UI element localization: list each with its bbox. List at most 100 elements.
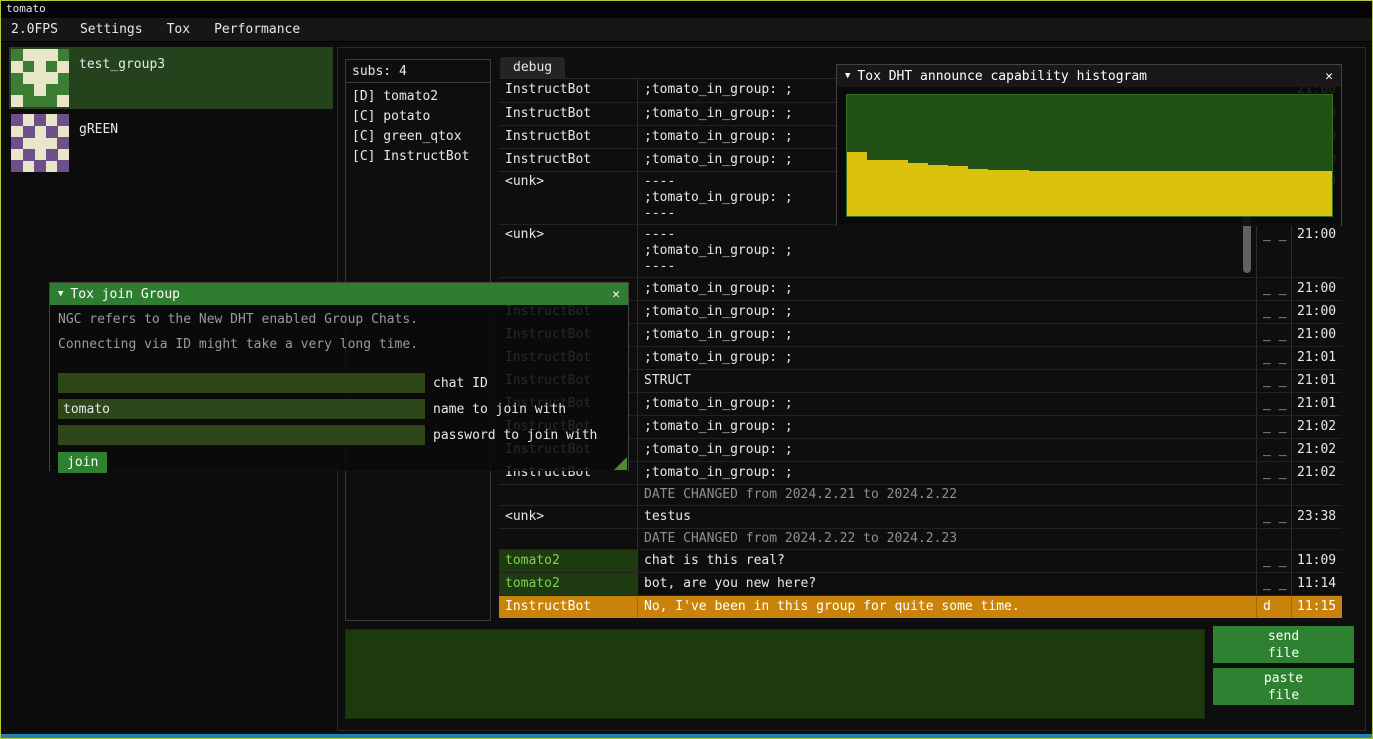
paste-file-button[interactable]: paste file xyxy=(1213,668,1354,705)
message-time: 11:09 xyxy=(1292,550,1342,572)
message-time xyxy=(1292,485,1342,505)
histogram-bar xyxy=(1130,171,1150,216)
menu-item-settings[interactable]: Settings xyxy=(68,22,155,37)
message-sender: InstructBot xyxy=(499,126,638,148)
message-text: DATE CHANGED from 2024.2.22 to 2024.2.23 xyxy=(638,529,1257,549)
message-flags: _ _ xyxy=(1257,393,1292,415)
histogram-bar xyxy=(1312,171,1332,216)
histogram-bar xyxy=(1069,171,1089,216)
message-sender: tomato2 xyxy=(499,573,638,595)
member-item[interactable]: [C] InstructBot xyxy=(346,147,490,167)
histogram-bar xyxy=(1291,171,1311,216)
subs-header: subs: 4 xyxy=(346,60,490,82)
message-time: 21:02 xyxy=(1292,439,1342,461)
menu-item-tox[interactable]: Tox xyxy=(155,22,202,37)
message-flags: _ _ xyxy=(1257,278,1292,300)
message-time: 21:00 xyxy=(1292,278,1342,300)
message-flags: _ _ xyxy=(1257,301,1292,323)
join-password-input[interactable] xyxy=(58,425,425,445)
join-info-text: Connecting via ID might take a very long… xyxy=(50,330,628,355)
message-flags: _ _ xyxy=(1257,506,1292,528)
message-time: 23:38 xyxy=(1292,506,1342,528)
message-input[interactable] xyxy=(345,629,1205,719)
message-time: 21:00 xyxy=(1292,301,1342,323)
histogram-bar xyxy=(1190,171,1210,216)
message-text: ;tomato_in_group: ; xyxy=(638,301,1257,323)
message-time: 21:01 xyxy=(1292,347,1342,369)
contact-name: test_group3 xyxy=(79,57,165,72)
chat-row[interactable]: DATE CHANGED from 2024.2.22 to 2024.2.23 xyxy=(499,528,1342,549)
collapse-icon[interactable]: ▼ xyxy=(58,289,63,299)
chat-row[interactable]: InstructBotNo, I've been in this group f… xyxy=(499,595,1342,618)
message-text: chat is this real? xyxy=(638,550,1257,572)
message-time: 21:02 xyxy=(1292,416,1342,438)
message-text: testus xyxy=(638,506,1257,528)
histogram-bar xyxy=(1170,171,1190,216)
chat-row[interactable]: tomato2bot, are you new here?_ _11:14 xyxy=(499,572,1342,595)
message-time: 11:14 xyxy=(1292,573,1342,595)
join-password-field: password to join with xyxy=(58,425,597,445)
message-sender: InstructBot xyxy=(499,103,638,125)
chat-row[interactable]: tomato2chat is this real?_ _11:09 xyxy=(499,549,1342,572)
menu-item-performance[interactable]: Performance xyxy=(202,22,312,37)
bottom-edge xyxy=(1,734,1372,738)
histogram-body xyxy=(837,87,1341,226)
menu-items: SettingsToxPerformance xyxy=(68,22,312,37)
join-group-titlebar[interactable]: ▼ Tox join Group ✕ xyxy=(50,283,628,305)
histogram-bar xyxy=(968,169,988,216)
close-icon[interactable]: ✕ xyxy=(1325,69,1333,84)
join-info-text: NGC refers to the New DHT enabled Group … xyxy=(50,305,628,330)
message-sender: InstructBot xyxy=(499,149,638,171)
contact-name: gREEN xyxy=(79,122,118,137)
message-time: 11:15 xyxy=(1292,596,1342,618)
message-sender: <unk> xyxy=(499,225,638,277)
chat-row[interactable]: DATE CHANGED from 2024.2.21 to 2024.2.22 xyxy=(499,484,1342,505)
join-button[interactable]: join xyxy=(58,452,107,473)
message-sender: InstructBot xyxy=(499,79,638,102)
message-text: ---- ;tomato_in_group: ; ---- xyxy=(638,225,1257,277)
histogram-bar xyxy=(1231,171,1251,216)
resize-grip[interactable] xyxy=(614,457,627,470)
histogram-bar xyxy=(867,160,887,216)
join-name-input[interactable] xyxy=(58,399,425,419)
fps-counter: 2.0FPS xyxy=(1,22,68,37)
contact-row-gREEN[interactable]: gREEN xyxy=(9,112,333,174)
join-group-title: Tox join Group xyxy=(70,287,180,302)
histogram-bar xyxy=(1150,171,1170,216)
histogram-window: ▼ Tox DHT announce capability histogram … xyxy=(836,64,1342,226)
message-time: 21:00 xyxy=(1292,225,1342,277)
member-item[interactable]: [C] potato xyxy=(346,107,490,127)
histogram-bar xyxy=(1271,171,1291,216)
join-password-label: password to join with xyxy=(433,428,597,443)
collapse-icon[interactable]: ▼ xyxy=(845,71,850,81)
member-item[interactable]: [D] tomato2 xyxy=(346,87,490,107)
message-flags xyxy=(1257,529,1292,549)
contact-row-test_group3[interactable]: test_group3 xyxy=(9,47,333,109)
message-flags xyxy=(1257,485,1292,505)
histogram-bar xyxy=(887,160,907,216)
close-icon[interactable]: ✕ xyxy=(612,287,620,302)
message-flags: _ _ xyxy=(1257,324,1292,346)
message-text: ;tomato_in_group: ; xyxy=(638,347,1257,369)
join-name-field: name to join with xyxy=(58,399,597,419)
window-titlebar[interactable]: tomato xyxy=(1,1,1372,18)
histogram-bar xyxy=(847,152,867,216)
join-group-body: NGC refers to the New DHT enabled Group … xyxy=(50,305,628,471)
contact-list: test_group3 gREEN xyxy=(9,47,333,177)
tab-debug[interactable]: debug xyxy=(500,57,565,78)
chat-row[interactable]: <unk>testus_ _23:38 xyxy=(499,505,1342,528)
histogram-bar xyxy=(908,163,928,216)
send-file-button[interactable]: send file xyxy=(1213,626,1354,663)
histogram-bar xyxy=(1251,171,1271,216)
member-item[interactable]: [C] green_qtox xyxy=(346,127,490,147)
chat-id-input[interactable] xyxy=(58,373,425,393)
chat-row[interactable]: <unk>---- ;tomato_in_group: ; ----_ _21:… xyxy=(499,224,1342,277)
message-text: ;tomato_in_group: ; xyxy=(638,439,1257,461)
histogram-bar xyxy=(1110,171,1130,216)
message-sender: <unk> xyxy=(499,506,638,528)
avatar-gREEN xyxy=(11,114,69,172)
message-sender xyxy=(499,485,638,505)
histogram-titlebar[interactable]: ▼ Tox DHT announce capability histogram … xyxy=(837,65,1341,87)
message-sender: tomato2 xyxy=(499,550,638,572)
join-fields: chat IDname to join withpassword to join… xyxy=(58,373,597,451)
